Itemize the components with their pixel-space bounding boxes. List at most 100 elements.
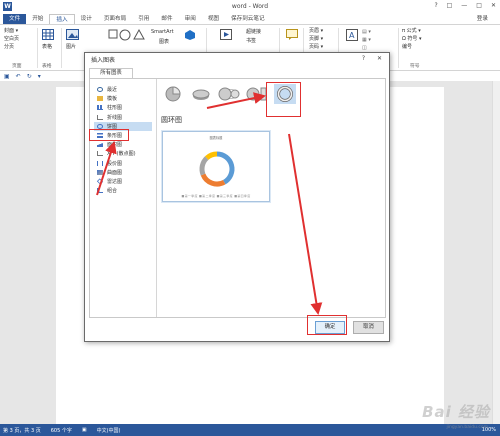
category-label: 雷达图 [107,178,123,185]
highlight-ok-button [307,315,347,335]
pie-subtype-icon [165,86,181,102]
picture-button-label: 图片 [66,44,77,50]
language[interactable]: 中文(中国) [97,427,121,434]
category-radar[interactable]: 雷达图 [94,177,152,186]
3d-pie-subtype-icon [192,89,210,100]
category-label: 组合 [107,188,118,195]
page-number-button[interactable]: 页码 ▾ [309,43,323,51]
category-scatter[interactable]: X Y (散点图) [94,149,152,158]
page-break-button[interactable]: 分页 [4,43,19,51]
subtype-bar-of-pie[interactable] [246,84,268,104]
hyperlink-button[interactable]: 超链接 [246,28,261,36]
preview-legend: ■第一季度 ■第二季度 ■第三季度 ■第四季度 [181,194,251,198]
subtype-pie[interactable] [162,84,184,104]
smartart-button[interactable]: SmartArt [151,28,174,36]
donut-rings [199,151,235,187]
group-divider [61,28,62,68]
ribbon-tabs: 文件 开始 插入 设计 页面布局 引用 邮件 审阅 视图 保存到云笔记 登录 [0,13,500,24]
table-icon [42,29,54,40]
table-group-label: 表格 [42,64,52,69]
subtype-pie-of-pie[interactable] [218,84,240,104]
ribbon-display-button[interactable]: □ [447,2,453,9]
dialog-help-button[interactable]: ? [362,55,365,62]
column-chart-icon [97,105,103,111]
tab-review[interactable]: 审阅 [179,14,202,24]
tab-all-charts[interactable]: 所有图表 [89,68,133,78]
table-button[interactable]: 表格 [42,29,54,51]
category-label: 折线图 [107,114,123,121]
chart-button[interactable]: 图表 [159,38,169,46]
picture-icon [66,29,79,40]
help-button[interactable]: ? [434,2,437,9]
category-stock[interactable]: 股价图 [94,159,152,168]
symbols-group: π 公式 ▾ Ω 符号 ▾ 编号 [402,27,422,51]
maximize-button[interactable]: □ [476,2,482,9]
category-recent[interactable]: 最近 [94,85,152,94]
category-label: 曲面图 [107,169,123,176]
tab-mailings[interactable]: 邮件 [155,14,178,24]
pages-group-label: 页面 [12,64,22,69]
numbering-button[interactable]: 编号 [402,43,422,51]
picture-button[interactable]: 图片 [66,29,79,51]
watermark-logo: Bai 经验 [422,403,490,421]
blank-page-button[interactable]: 空白页 [4,35,19,43]
status-bar: 第 3 页，共 3 页 605 个字 ▣ 中文(中国) 100% [0,424,500,436]
tab-cloud-note[interactable]: 保存到云笔记 [225,14,271,24]
svg-text:A: A [349,31,355,40]
symbol-button[interactable]: Ω 符号 ▾ [402,35,422,43]
cancel-button[interactable]: 取消 [353,321,384,334]
text-tools-icons[interactable]: ▤ ▾ ▦ ▾ ◫ [362,28,371,52]
donut-segment-q2 [200,173,226,187]
highlight-doughnut-subtype [266,82,301,117]
cover-page-button[interactable]: 封面 ▾ [4,27,19,35]
stock-chart-icon [97,160,103,166]
word-count[interactable]: 605 个字 [51,427,72,434]
bookmark-button[interactable]: 书签 [246,37,256,45]
pie-of-pie-subtype-icon [218,87,240,101]
redo-icon[interactable]: ↻ [27,73,32,80]
category-surface[interactable]: 曲面图 [94,168,152,177]
tab-layout[interactable]: 页面布局 [98,14,132,24]
proofing-icon[interactable]: ▣ [82,427,87,433]
insert-chart-dialog: 插入图表 ? ✕ 所有图表 最近 模板 柱形图 折线图 饼图 条形图 面积图 X… [84,52,390,342]
tab-design[interactable]: 设计 [75,14,98,24]
category-area[interactable]: 面积图 [94,140,152,149]
vertical-scrollbar[interactable] [492,81,500,424]
equation-button[interactable]: π 公式 ▾ [402,27,422,35]
undo-icon[interactable]: ↶ [16,73,21,80]
header-button[interactable]: 页眉 ▾ [309,27,323,35]
category-template[interactable]: 模板 [94,94,152,103]
tab-file[interactable]: 文件 [3,14,27,24]
shapes-icons[interactable] [108,28,148,45]
tab-home[interactable]: 开始 [26,14,49,24]
pane-divider [156,79,157,317]
category-column[interactable]: 柱形图 [94,103,152,112]
qat-menu-icon[interactable]: ▾ [38,73,41,80]
store-icon[interactable] [184,29,196,44]
dialog-close-button[interactable]: ✕ [377,55,382,62]
category-line[interactable]: 折线图 [94,113,152,122]
textbox-icon[interactable]: A [346,29,358,44]
chart-preview[interactable]: 图表标题 ■第一季度 ■第二季度 ■第三季度 ■第四季度 [161,130,271,203]
surface-chart-icon [97,169,103,175]
save-icon[interactable]: ▣ [4,73,10,80]
comment-icon[interactable] [286,29,298,43]
tab-view[interactable]: 视图 [202,14,225,24]
recent-icon [97,87,103,93]
category-label: 柱形图 [107,105,123,112]
area-chart-icon [97,142,103,148]
donut-segment-q3 [199,156,209,176]
tab-insert[interactable]: 插入 [49,14,75,24]
category-combo[interactable]: 组合 [94,186,152,195]
highlight-pie-category [89,129,129,141]
tab-references[interactable]: 引用 [132,14,155,24]
close-button[interactable]: ✕ [491,2,496,9]
page-count[interactable]: 第 3 页，共 3 页 [3,427,41,434]
subtype-3d-pie[interactable] [190,84,212,104]
login-link[interactable]: 登录 [477,14,488,22]
table-button-label: 表格 [42,44,53,50]
minimize-button[interactable]: — [461,2,467,9]
online-video-icon[interactable] [220,29,232,43]
dialog-body: 最近 模板 柱形图 折线图 饼图 条形图 面积图 X Y (散点图) 股价图 曲… [89,78,386,318]
footer-button[interactable]: 页脚 ▾ [309,35,323,43]
